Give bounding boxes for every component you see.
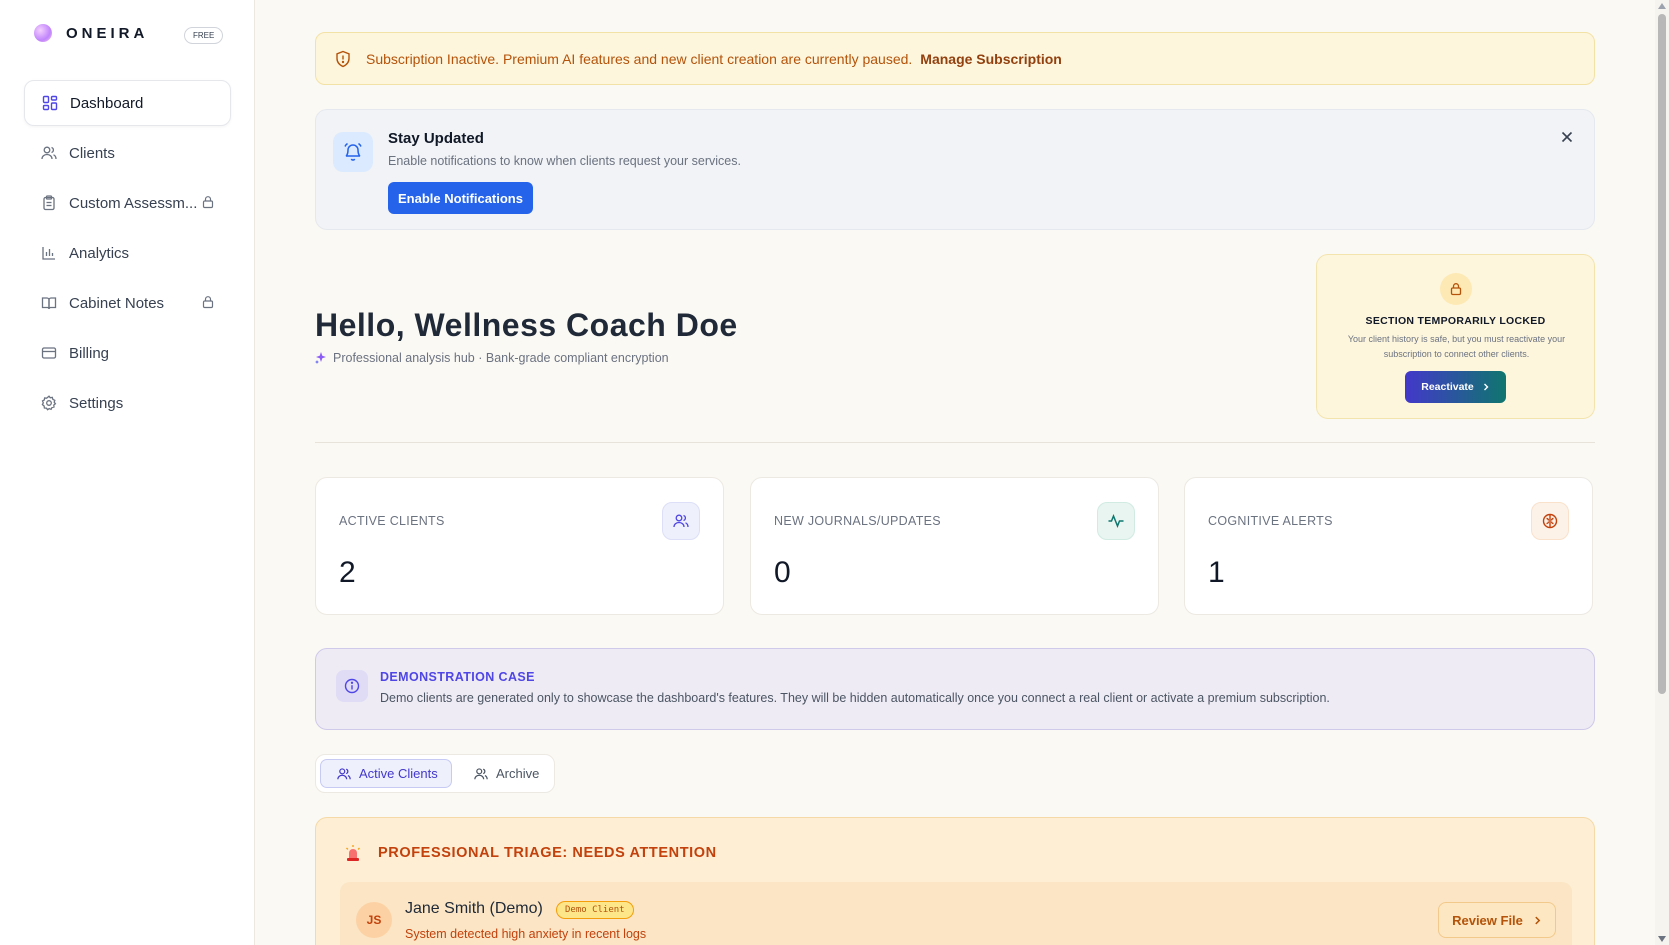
triage-title: PROFESSIONAL TRIAGE: NEEDS ATTENTION [378, 845, 717, 861]
bar-chart-icon [41, 245, 57, 261]
scroll-down-arrow-icon[interactable] [1658, 936, 1666, 942]
sidebar-item-custom-assessments[interactable]: Custom Assessm... [24, 180, 231, 226]
review-file-button[interactable]: Review File [1438, 902, 1556, 938]
users-icon [474, 767, 488, 781]
locked-section-description: Your client history is safe, but you mus… [1347, 334, 1566, 359]
tab-label: Archive [496, 766, 540, 781]
sparkle-icon [315, 352, 327, 364]
client-description: System detected high anxiety in recent l… [405, 927, 647, 941]
notification-subtitle: Enable notifications to know when client… [388, 154, 741, 168]
lock-icon [201, 295, 215, 309]
scroll-up-arrow-icon[interactable] [1658, 3, 1666, 9]
close-icon[interactable] [1558, 128, 1576, 146]
siren-icon [344, 844, 362, 862]
client-name: Jane Smith (Demo) [405, 900, 543, 917]
page-title: Hello, Wellness Coach Doe [315, 307, 738, 343]
plan-badge: FREE [184, 27, 224, 44]
stat-card-active-clients: ACTIVE CLIENTS 2 [315, 477, 724, 615]
users-icon [337, 767, 351, 781]
sidebar-item-settings[interactable]: Settings [24, 380, 231, 426]
stat-value: 2 [339, 556, 356, 589]
sidebar-item-label: Billing [69, 344, 110, 362]
triage-client-row[interactable]: JS Jane Smith (Demo) Demo Client System … [340, 882, 1572, 945]
brain-icon [1531, 502, 1569, 540]
sidebar-item-label: Clients [69, 144, 115, 162]
book-icon [41, 295, 57, 311]
locked-section-card: SECTION TEMPORARILY LOCKED Your client h… [1316, 254, 1595, 419]
enable-notifications-button[interactable]: Enable Notifications [388, 182, 533, 214]
demo-text: Demo clients are generated only to showc… [380, 691, 1330, 705]
sidebar-item-analytics[interactable]: Analytics [24, 230, 231, 276]
sidebar-item-label: Analytics [69, 244, 130, 262]
page-subtitle-text: Professional analysis hub · Bank-grade c… [333, 351, 669, 365]
lock-icon [201, 195, 215, 209]
sidebar-item-dashboard[interactable]: Dashboard [24, 80, 231, 126]
clipboard-icon [41, 195, 57, 211]
page-subtitle: Professional analysis hub · Bank-grade c… [315, 351, 669, 365]
sidebar-nav: Dashboard Clients Custom Assessm... Anal… [24, 80, 231, 430]
sidebar-item-label: Custom Assessm... [69, 194, 198, 212]
chevron-right-icon [1533, 916, 1542, 925]
stat-card-new-journals: NEW JOURNALS/UPDATES 0 [750, 477, 1159, 615]
notification-card: Stay Updated Enable notifications to kno… [315, 109, 1595, 230]
divider [315, 442, 1595, 443]
credit-card-icon [41, 345, 57, 361]
logo-icon [34, 24, 52, 42]
brand[interactable]: ONEIRA [34, 24, 148, 42]
sidebar-item-label: Settings [69, 394, 124, 412]
notification-title: Stay Updated [388, 130, 484, 147]
info-icon [336, 670, 368, 702]
banner-text: Subscription Inactive. Premium AI featur… [366, 50, 913, 67]
sidebar-item-billing[interactable]: Billing [24, 330, 231, 376]
stat-label: COGNITIVE ALERTS [1208, 514, 1333, 528]
chevron-right-icon [1482, 383, 1490, 391]
shield-alert-icon [334, 50, 352, 68]
stat-label: NEW JOURNALS/UPDATES [774, 514, 941, 528]
sidebar: ONEIRA FREE Dashboard Clients Custom Ass… [0, 0, 255, 945]
gear-icon [41, 395, 57, 411]
sidebar-item-label: Cabinet Notes [69, 294, 165, 312]
stat-label: ACTIVE CLIENTS [339, 514, 445, 528]
stat-value: 1 [1208, 556, 1225, 589]
demo-client-badge: Demo Client [556, 901, 634, 919]
brand-name: ONEIRA [66, 24, 149, 42]
tab-archive[interactable]: Archive [466, 759, 552, 788]
users-icon [41, 145, 57, 161]
vertical-scrollbar[interactable] [1655, 0, 1669, 945]
subscription-banner: Subscription Inactive. Premium AI featur… [315, 32, 1595, 85]
manage-subscription-link[interactable]: Manage Subscription [920, 51, 1062, 67]
activity-icon [1097, 502, 1135, 540]
bell-icon [333, 132, 373, 172]
scrollbar-thumb[interactable] [1658, 14, 1666, 694]
sidebar-item-label: Dashboard [70, 94, 144, 112]
demo-title: DEMONSTRATION CASE [380, 670, 535, 684]
tab-label: Active Clients [359, 766, 438, 781]
reactivate-button[interactable]: Reactivate [1405, 371, 1506, 403]
avatar: JS [356, 902, 392, 938]
client-tabs: Active Clients Archive [315, 754, 555, 793]
lock-icon [1440, 273, 1472, 305]
locked-section-title: SECTION TEMPORARILY LOCKED [1365, 315, 1546, 327]
reactivate-label: Reactivate [1421, 381, 1474, 393]
main-content: Subscription Inactive. Premium AI featur… [255, 0, 1655, 945]
tab-active-clients[interactable]: Active Clients [320, 759, 452, 788]
users-icon [662, 502, 700, 540]
sidebar-item-clients[interactable]: Clients [24, 130, 231, 176]
sidebar-item-cabinet-notes[interactable]: Cabinet Notes [24, 280, 231, 326]
review-file-label: Review File [1452, 912, 1523, 928]
dashboard-icon [42, 95, 58, 111]
stat-value: 0 [774, 556, 791, 589]
stat-card-cognitive-alerts: COGNITIVE ALERTS 1 [1184, 477, 1593, 615]
triage-section: PROFESSIONAL TRIAGE: NEEDS ATTENTION JS … [315, 817, 1595, 945]
demonstration-case-notice: DEMONSTRATION CASE Demo clients are gene… [315, 648, 1595, 730]
